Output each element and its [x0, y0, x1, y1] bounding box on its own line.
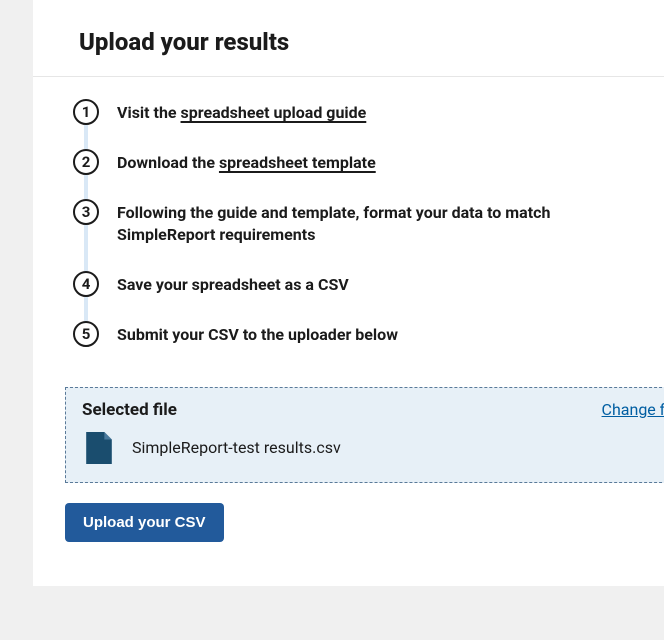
- step-1: 1 Visit the spreadsheet upload guide: [73, 101, 632, 151]
- step-text: Submit your CSV to the uploader below: [117, 323, 398, 346]
- selected-file-name: SimpleReport-test results.csv: [132, 438, 341, 457]
- step-text: Save your spreadsheet as a CSV: [117, 273, 349, 296]
- spreadsheet-template-link[interactable]: spreadsheet template: [219, 153, 376, 172]
- step-4: 4 Save your spreadsheet as a CSV: [73, 273, 632, 323]
- upload-csv-button[interactable]: Upload your CSV: [65, 503, 224, 542]
- step-number: 4: [73, 271, 99, 297]
- step-number: 1: [73, 99, 99, 125]
- upload-card: Upload your results 1 Visit the spreadsh…: [33, 0, 664, 586]
- card-header: Upload your results: [33, 0, 664, 77]
- steps-list: 1 Visit the spreadsheet upload guide 2 D…: [33, 77, 664, 379]
- step-3: 3 Following the guide and template, form…: [73, 201, 632, 273]
- step-number: 3: [73, 199, 99, 225]
- step-text: Visit the spreadsheet upload guide: [117, 101, 366, 124]
- step-text: Download the spreadsheet template: [117, 151, 376, 174]
- step-number: 2: [73, 149, 99, 175]
- step-2: 2 Download the spreadsheet template: [73, 151, 632, 201]
- selected-file-header: Selected file Change file: [82, 400, 664, 420]
- step-text: Following the guide and template, format…: [117, 201, 632, 247]
- spreadsheet-upload-guide-link[interactable]: spreadsheet upload guide: [181, 103, 367, 122]
- page-title: Upload your results: [79, 28, 664, 56]
- file-icon: [86, 432, 112, 464]
- selected-file-label: Selected file: [82, 400, 177, 420]
- selected-file-box: Selected file Change file SimpleReport-t…: [65, 387, 664, 483]
- change-file-link[interactable]: Change file: [602, 400, 664, 419]
- step-connector: [84, 225, 88, 275]
- step-5: 5 Submit your CSV to the uploader below: [73, 323, 632, 361]
- step-number: 5: [73, 321, 99, 347]
- file-row: SimpleReport-test results.csv: [82, 432, 664, 464]
